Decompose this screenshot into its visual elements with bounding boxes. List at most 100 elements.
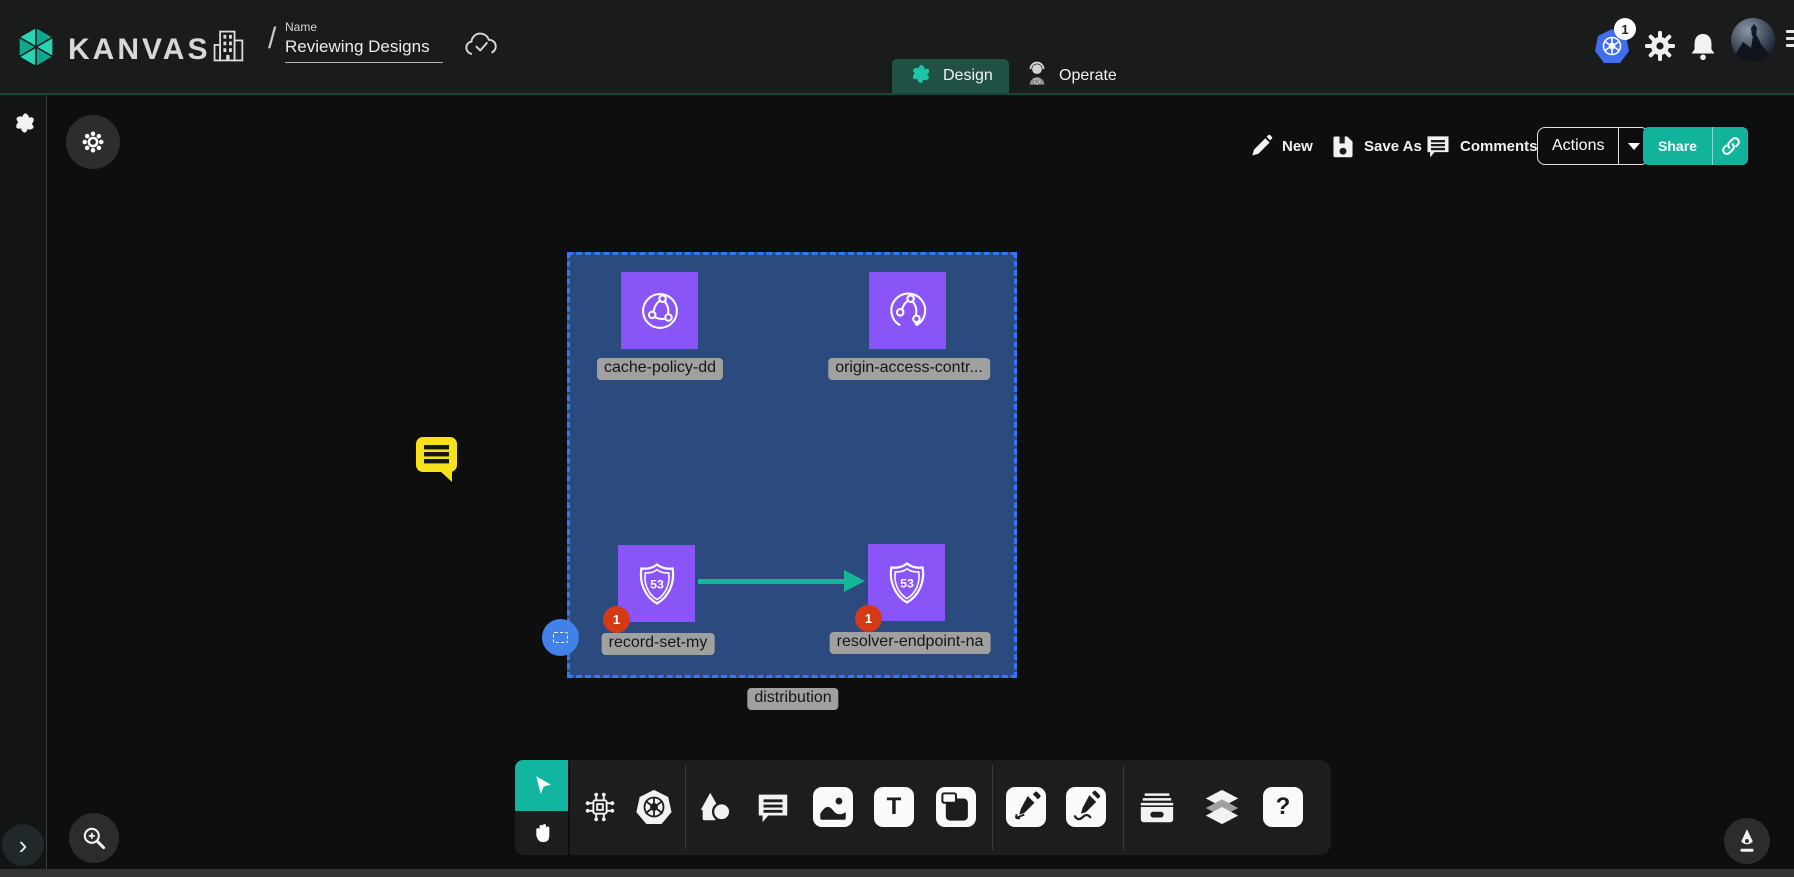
actions-dropdown-label: Actions [1538,137,1618,155]
pan-tool[interactable] [515,811,568,855]
node-label-record-set: record-set-my [602,633,715,655]
design-name-input[interactable] [285,34,443,63]
shapes-tool[interactable] [695,787,735,827]
svg-text:53: 53 [900,576,914,590]
copy-link-button[interactable] [1712,127,1748,165]
component-tool[interactable] [580,787,620,827]
group-label-distribution: distribution [747,688,838,710]
left-sidebar [0,95,47,869]
new-button-label: New [1282,138,1313,155]
drawer-tool[interactable] [1137,787,1177,827]
node-record-set[interactable]: 53 [618,545,695,622]
cloud-sync-icon [462,28,502,67]
notifications-button[interactable] [1683,26,1723,66]
hand-icon [529,820,555,846]
app-title: KANVAS [68,33,210,67]
gear-icon [1644,30,1676,62]
design-pen-button[interactable] [1724,818,1770,864]
cursor-arrow-icon [529,773,555,799]
comment-bubble-icon [754,788,792,826]
menu-button[interactable] [1786,30,1794,47]
operator-headset-icon [1024,60,1050,93]
toolbar-divider [1123,765,1124,850]
edge-record-to-resolver[interactable] [698,579,846,584]
help-glyph: ? [1276,793,1291,821]
note-icon [939,790,973,824]
pencil-scribble-icon [1069,790,1103,824]
drawer-archive-icon [1137,788,1177,826]
configure-gear-icon [78,127,108,157]
chip-icon [581,788,619,826]
save-as-button[interactable]: Save As [1330,127,1422,165]
select-tool-active[interactable] [515,760,568,811]
image-tool[interactable] [813,787,853,827]
expand-sidebar-button[interactable]: › [2,824,44,866]
user-avatar[interactable] [1731,18,1775,62]
edge-pen-tool[interactable] [1006,787,1046,827]
freehand-draw-tool[interactable] [1066,787,1106,827]
link-icon [1720,135,1742,157]
svg-text:53: 53 [650,577,664,591]
share-button[interactable]: Share [1643,127,1748,165]
bell-icon [1688,30,1718,62]
pencil-icon [1248,133,1274,159]
new-button[interactable]: New [1248,127,1313,165]
canvas-settings-button[interactable] [66,115,120,169]
kubernetes-tool[interactable] [634,787,674,827]
selection-handle[interactable] [542,619,579,656]
error-badge-resolver-endpoint[interactable]: 1 [855,605,882,632]
node-label-resolver-endpoint: resolver-endpoint-na [830,632,991,654]
cloudfront-globe-icon [634,285,686,337]
kanvas-logo-icon [14,24,58,75]
canvas-comment-marker[interactable] [413,432,461,489]
node-origin-access-control[interactable] [869,272,946,349]
pen-nib-icon [1734,827,1760,855]
caret-down-icon [1628,143,1640,150]
node-label-origin-access-control: origin-access-contr... [828,358,990,380]
comments-button[interactable]: Comments [1424,127,1538,165]
floppy-save-icon [1330,133,1356,159]
kanvas-app: KANVAS / Name [0,0,1794,877]
tab-operate[interactable]: Operate [1008,59,1133,93]
shapes-icon [696,788,734,826]
chevron-right-icon: › [19,832,28,858]
node-resolver-endpoint[interactable]: 53 [868,544,945,621]
top-header: KANVAS / Name [0,0,1794,95]
comments-button-label: Comments [1460,138,1538,155]
save-as-button-label: Save As [1364,138,1422,155]
tab-design[interactable]: Design [892,59,1009,93]
breadcrumb-separator: / [268,22,276,56]
toolbar-divider [685,765,686,850]
route53-shield-icon: 53 [631,558,683,610]
help-tool[interactable]: ? [1263,787,1303,827]
note-tool[interactable] [936,787,976,827]
design-name-block: Name [285,20,445,63]
comment-tool[interactable] [753,787,793,827]
organization-icon[interactable] [210,26,248,71]
name-field-label: Name [285,20,445,34]
kubernetes-wheel-icon [634,787,674,827]
zoom-button[interactable] [69,813,119,863]
dashed-rect-icon [553,632,568,643]
selection-group[interactable]: 53 53 1 1 cache-policy-dd origin-access-… [567,252,1017,678]
sidebar-spiral-icon[interactable] [11,109,39,142]
edge-arrowhead [844,570,865,592]
error-badge-record-set[interactable]: 1 [603,606,630,633]
settings-button[interactable] [1640,26,1680,66]
origin-access-globe-icon [882,285,934,337]
kubernetes-count-badge: 1 [1614,18,1636,40]
layers-icon [1202,787,1242,827]
tab-operate-label: Operate [1059,67,1117,85]
route53-shield-icon: 53 [881,557,933,609]
app-logo[interactable]: KANVAS [14,24,210,75]
node-cache-policy[interactable] [621,272,698,349]
comment-pin-icon [413,432,461,484]
toolbar-divider [992,765,993,850]
actions-dropdown[interactable]: Actions [1537,127,1649,165]
zoom-in-icon [80,824,108,852]
image-icon [816,790,850,824]
node-label-cache-policy: cache-policy-dd [597,358,723,380]
layers-tool[interactable] [1202,787,1242,827]
text-tool[interactable]: T [874,787,914,827]
pen-arrow-icon [1009,790,1043,824]
